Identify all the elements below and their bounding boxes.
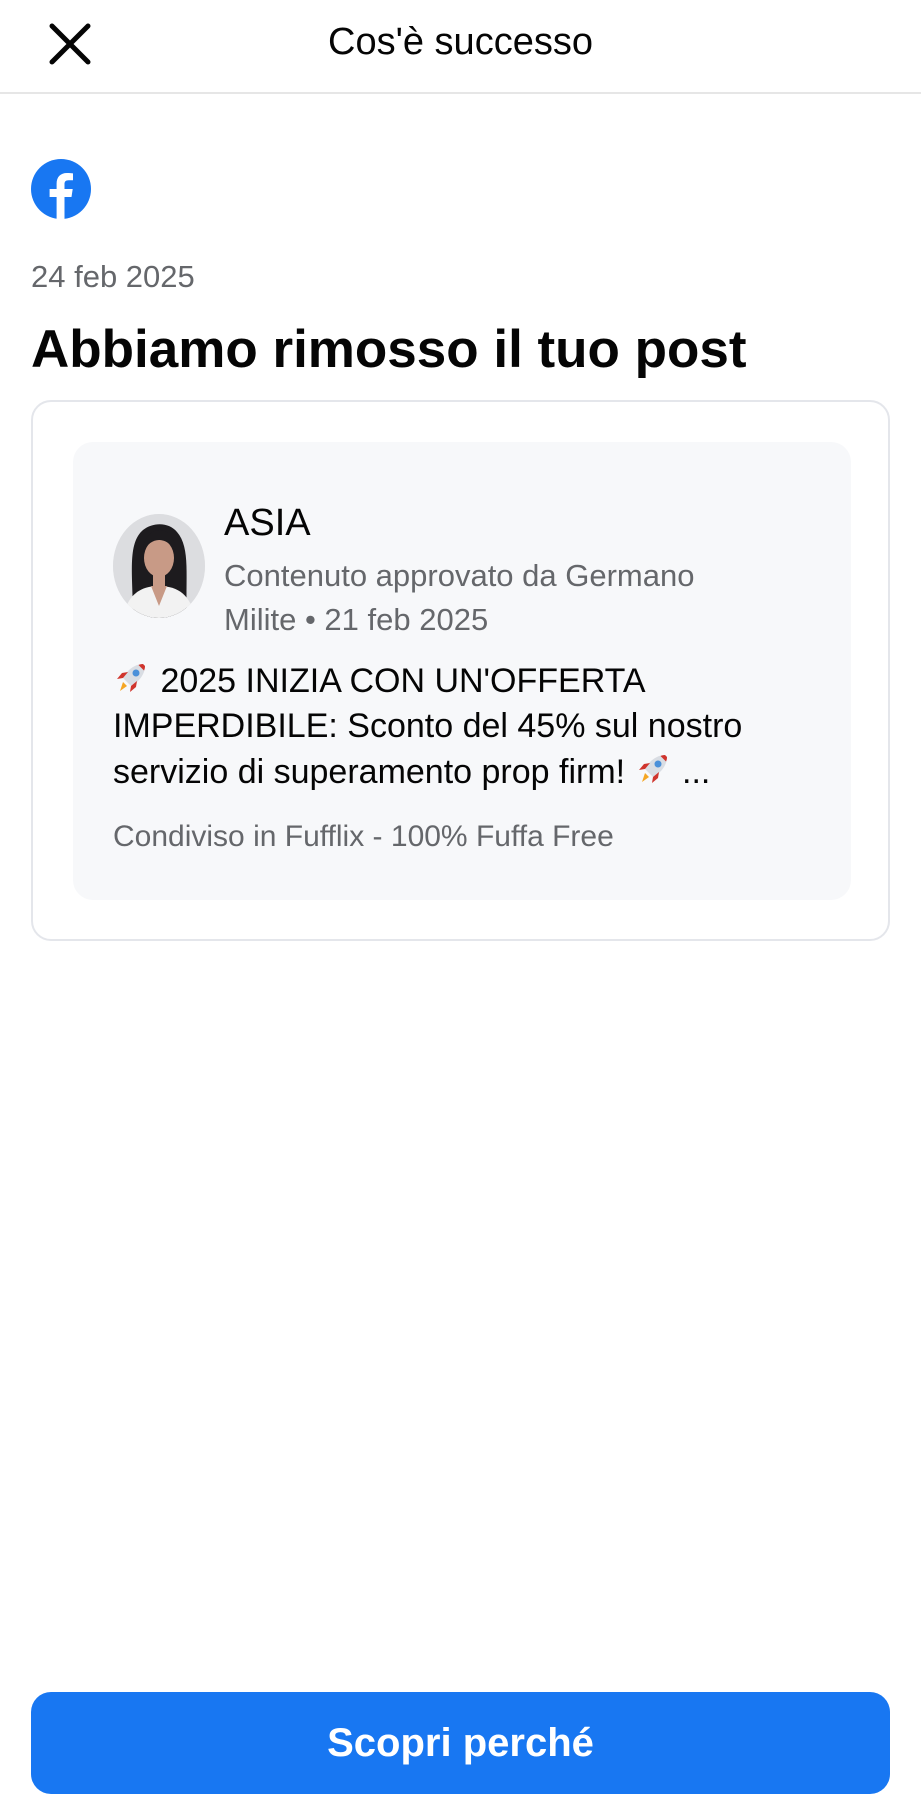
shared-in-group: Condiviso in Fufflix - 100% Fuffa Free bbox=[113, 820, 614, 853]
post-author[interactable]: ASIA bbox=[224, 500, 311, 546]
rocket-icon bbox=[117, 664, 145, 692]
post-meta: Contenuto approvato da Germano Milite • … bbox=[224, 554, 784, 642]
notice-headline: Abbiamo rimosso il tuo post bbox=[31, 320, 747, 379]
facebook-logo-icon bbox=[31, 159, 91, 220]
top-bar: Cos'è successo bbox=[0, 0, 921, 94]
notice-date: 24 feb 2025 bbox=[31, 259, 195, 294]
post-text: 2025 INIZIA CON UN'OFFERTA IMPERDIBILE: … bbox=[113, 658, 813, 795]
learn-why-button[interactable]: Scopri perché bbox=[31, 1692, 890, 1794]
post-text-line-1: 2025 INIZIA CON UN'OFFERTA bbox=[113, 658, 813, 704]
post-text-line-3-text: servizio di superamento prop firm! bbox=[113, 753, 626, 791]
page-title: Cos'è successo bbox=[328, 21, 593, 63]
avatar bbox=[113, 514, 205, 618]
post-preview[interactable]: ASIA Contenuto approvato da Germano Mili… bbox=[73, 442, 851, 900]
removed-post-card: ASIA Contenuto approvato da Germano Mili… bbox=[31, 400, 890, 941]
post-text-line-3: servizio di superamento prop firm! ... bbox=[113, 749, 813, 795]
post-text-line-1-text: 2025 INIZIA CON UN'OFFERTA bbox=[160, 662, 646, 700]
post-meta-line-2: Milite • 21 feb 2025 bbox=[224, 602, 489, 637]
post-text-line-2: IMPERDIBILE: Sconto del 45% sul nostro bbox=[113, 707, 743, 745]
rocket-icon bbox=[638, 755, 667, 783]
post-text-ellipsis: ... bbox=[682, 753, 711, 791]
post-meta-line-1: Contenuto approvato da Germano bbox=[224, 558, 695, 593]
